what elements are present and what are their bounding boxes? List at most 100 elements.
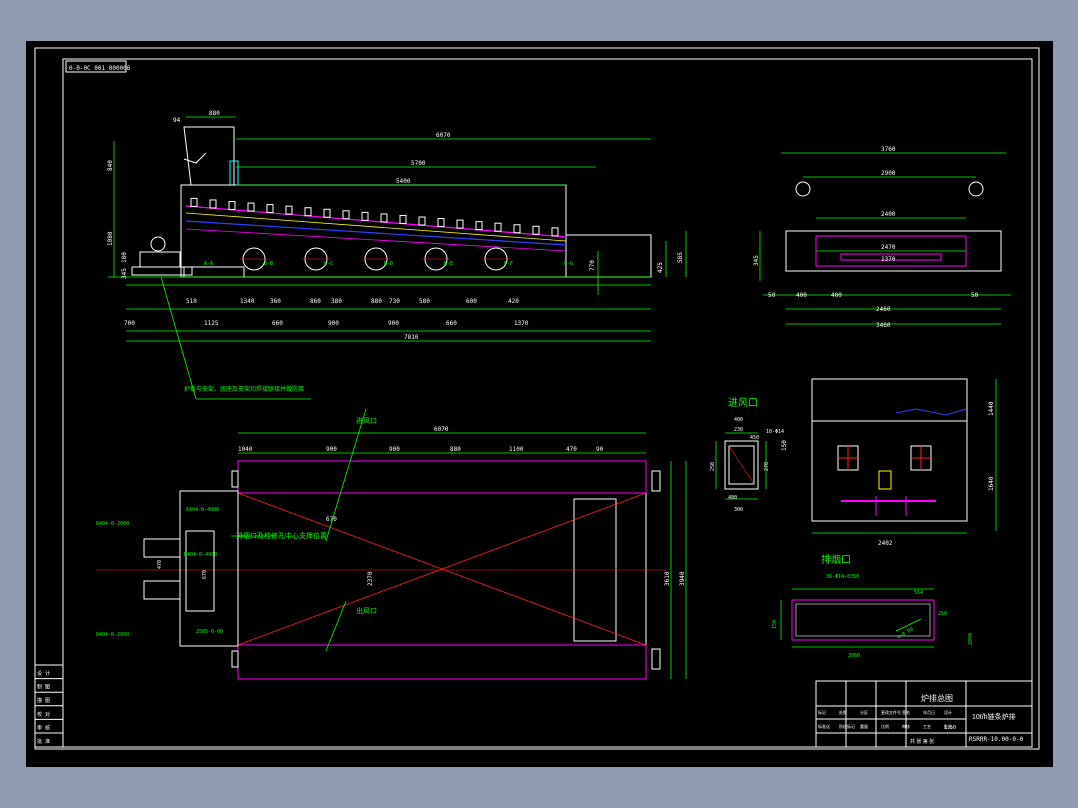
inlet-dim: 270 [764, 462, 770, 471]
side-dim-row1: 600 [466, 298, 477, 305]
plan-dim-top: 470 [566, 446, 577, 453]
end-view-dim: 3460 [876, 322, 891, 329]
outlet-dim: 2090 [968, 633, 974, 645]
grate-tooth [190, 197, 198, 207]
plan-callout: 8404-0-2000 [96, 632, 129, 638]
side-dim-row1: 360 [270, 298, 281, 305]
grate-tooth [475, 221, 483, 231]
inlet-dim: 450 [750, 435, 759, 441]
side-dim-row2: 1125 [204, 320, 219, 327]
grate-tooth [285, 205, 293, 215]
plan-label-support: 排烟口及检修孔中心支撑位置 [236, 531, 327, 540]
grate-tooth [418, 216, 426, 226]
section-dimension-labels: 1440 2402 1640 150 [781, 401, 995, 547]
inlet-title: 进风口 [728, 397, 758, 409]
plan-dim-mid: 2370 [367, 571, 374, 586]
cad-viewport[interactable]: 0-0-0C 001 000006 护板与支架、底座及支架均焊接联接并做防腐 A… [26, 41, 1053, 767]
grate-tooth [247, 202, 255, 212]
side-dim-row1: 1340 [240, 298, 255, 305]
side-dim-total: 7810 [404, 334, 419, 341]
plan-label-outlet: 出风口 [356, 606, 377, 615]
grate-tooth [266, 204, 274, 214]
grate-tooth [494, 222, 502, 232]
grate-tooth [304, 207, 312, 217]
section-dim: 1640 [988, 476, 995, 491]
header-label: 0-0-0C 001 000006 [65, 60, 131, 73]
end-view-dim: 2900 [881, 170, 896, 177]
end-view-dim: 400 [796, 292, 807, 299]
title-block-cell: 比例 [881, 723, 889, 729]
plan-dim-top: 1040 [238, 446, 253, 453]
inlet-dim: 230 [734, 427, 743, 433]
inner-frame [62, 58, 1033, 748]
end-view-dim: 2460 [876, 306, 891, 313]
outlet-dim: 250 [938, 611, 947, 617]
section-dim: 1440 [988, 401, 995, 416]
svg-text:0-0-0C 001 000006: 0-0-0C 001 000006 [69, 65, 131, 72]
side-dim-top: 5700 [411, 160, 426, 167]
side-dim-row2: 900 [328, 320, 339, 327]
section-view [811, 378, 997, 534]
plan-dim-right: 3940 [679, 571, 686, 586]
outlet-dim: 2060 [848, 653, 860, 659]
title-block-cell: 审核 [902, 723, 910, 729]
side-dim-top: 880 [209, 110, 220, 117]
plan-dim-top: 90 [596, 446, 604, 453]
title-block-cell: 阶段标记 [839, 723, 855, 729]
side-dim-row1: 880 [371, 298, 382, 305]
side-note: 护板与支架、底座及支架均焊接联接并做防腐 [184, 385, 304, 393]
grate-tooth [456, 219, 464, 229]
section-tag: G-G [564, 261, 573, 267]
title-block-cell: 标准化 [818, 723, 830, 729]
grate-tooth [399, 214, 407, 224]
title-block-cell: 签名 [902, 709, 910, 715]
side-dim-right: 585 [677, 252, 684, 263]
end-view-dim: 3760 [881, 146, 896, 153]
side-dim-row2: 1370 [514, 320, 529, 327]
left-table-row-label: 批 准 [37, 738, 50, 745]
side-dim-top: 6070 [436, 132, 451, 139]
end-view-dimension-labels: 3760 2900 2400 2470 1370 345 50 400 400 50 2460 346… [753, 146, 979, 329]
end-view-dim: 2400 [881, 211, 896, 218]
end-view-dim: 345 [753, 255, 760, 266]
plan-small-dim: 470 [157, 560, 163, 569]
plan-dim-top: 900 [389, 446, 400, 453]
grate-tooth [228, 201, 236, 211]
plan-dim-mid: 670 [326, 516, 337, 523]
left-table-row-label: 设 计 [37, 670, 50, 677]
inlet-dim: 400 [734, 417, 743, 423]
side-dim-row2: 900 [388, 320, 399, 327]
end-view-dim: 50 [768, 292, 776, 299]
left-table-row-label: 审 核 [37, 724, 50, 731]
title-block-cell: 更改文件号 [881, 709, 901, 715]
grate-tooth [551, 227, 559, 237]
title-block-cell: 年月日 [923, 709, 935, 715]
side-dimension-labels: A-A B-B C-C D-D E-E F-F G-G 880 6070 5700 5400 94 84… [107, 110, 684, 341]
side-dim-row1: 860 [310, 298, 321, 305]
left-table-row-label: 描 图 [37, 697, 50, 704]
title-block-cell: 重量 [860, 723, 868, 729]
title-block-cell: 分区 [860, 709, 868, 715]
end-view-dim: 400 [831, 292, 842, 299]
title-block-cell: 工艺 [923, 724, 931, 729]
grate-tooth [323, 208, 331, 218]
title-part-name: 炉排总图 [921, 693, 953, 703]
title-block: 炉排总图 10t/h链条炉排 RSRRR-10.00-0-0 1:50 共 张 … [815, 680, 1033, 748]
plan-callout: B404-0-4900 [184, 552, 217, 558]
title-product: 10t/h链条炉排 [972, 712, 1016, 721]
side-dim-top: 5400 [396, 178, 411, 185]
left-table-row-label: 校 对 [37, 711, 50, 718]
plan-dim-top: 6070 [434, 426, 449, 433]
end-view-dim: 1370 [881, 256, 896, 263]
inlet-dim: 250 [710, 462, 716, 471]
plan-dim-top: 1100 [509, 446, 524, 453]
section-tag: D-D [384, 261, 393, 267]
outlet-dim: 150 [772, 620, 778, 629]
section-tag: E-E [444, 261, 453, 267]
inlet-dim: 480 [728, 495, 737, 501]
grate-tooth [437, 218, 445, 228]
side-dim-left: 840 [107, 160, 114, 171]
side-dim-row2: 660 [446, 320, 457, 327]
grate-tooth [342, 210, 350, 220]
plan-callout: 6404-0-4900 [186, 507, 219, 513]
